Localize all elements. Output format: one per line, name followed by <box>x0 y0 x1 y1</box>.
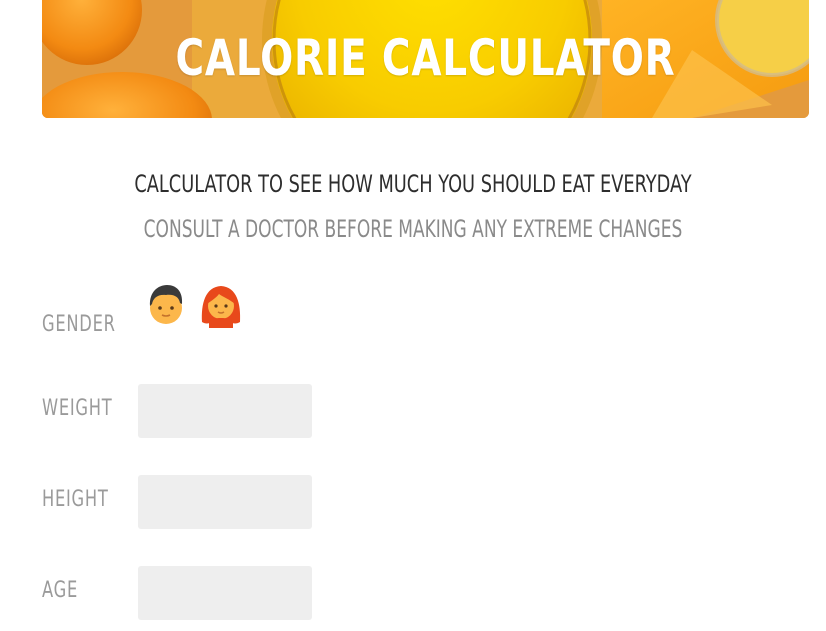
calorie-calculator-page: CALORIE CALCULATOR CALCULATOR TO SEE HOW… <box>0 0 826 631</box>
weight-input[interactable] <box>138 384 312 438</box>
gender-label: GENDER <box>42 312 116 337</box>
age-label: AGE <box>42 578 78 603</box>
doctor-warning: CONSULT A DOCTOR BEFORE MAKING ANY EXTRE… <box>143 215 683 243</box>
header-banner: CALORIE CALCULATOR <box>42 0 809 118</box>
page-title: CALORIE CALCULATOR <box>175 29 676 87</box>
age-input[interactable] <box>138 566 312 620</box>
gender-option-female[interactable] <box>199 282 243 328</box>
man-emoji-icon <box>149 285 183 324</box>
height-input[interactable] <box>138 475 312 529</box>
intro-headline: CALCULATOR TO SEE HOW MUCH YOU SHOULD EA… <box>134 170 692 198</box>
weight-label: WEIGHT <box>42 396 113 421</box>
woman-emoji-icon <box>201 286 241 328</box>
gender-option-male[interactable] <box>144 282 188 328</box>
height-label: HEIGHT <box>42 487 109 512</box>
